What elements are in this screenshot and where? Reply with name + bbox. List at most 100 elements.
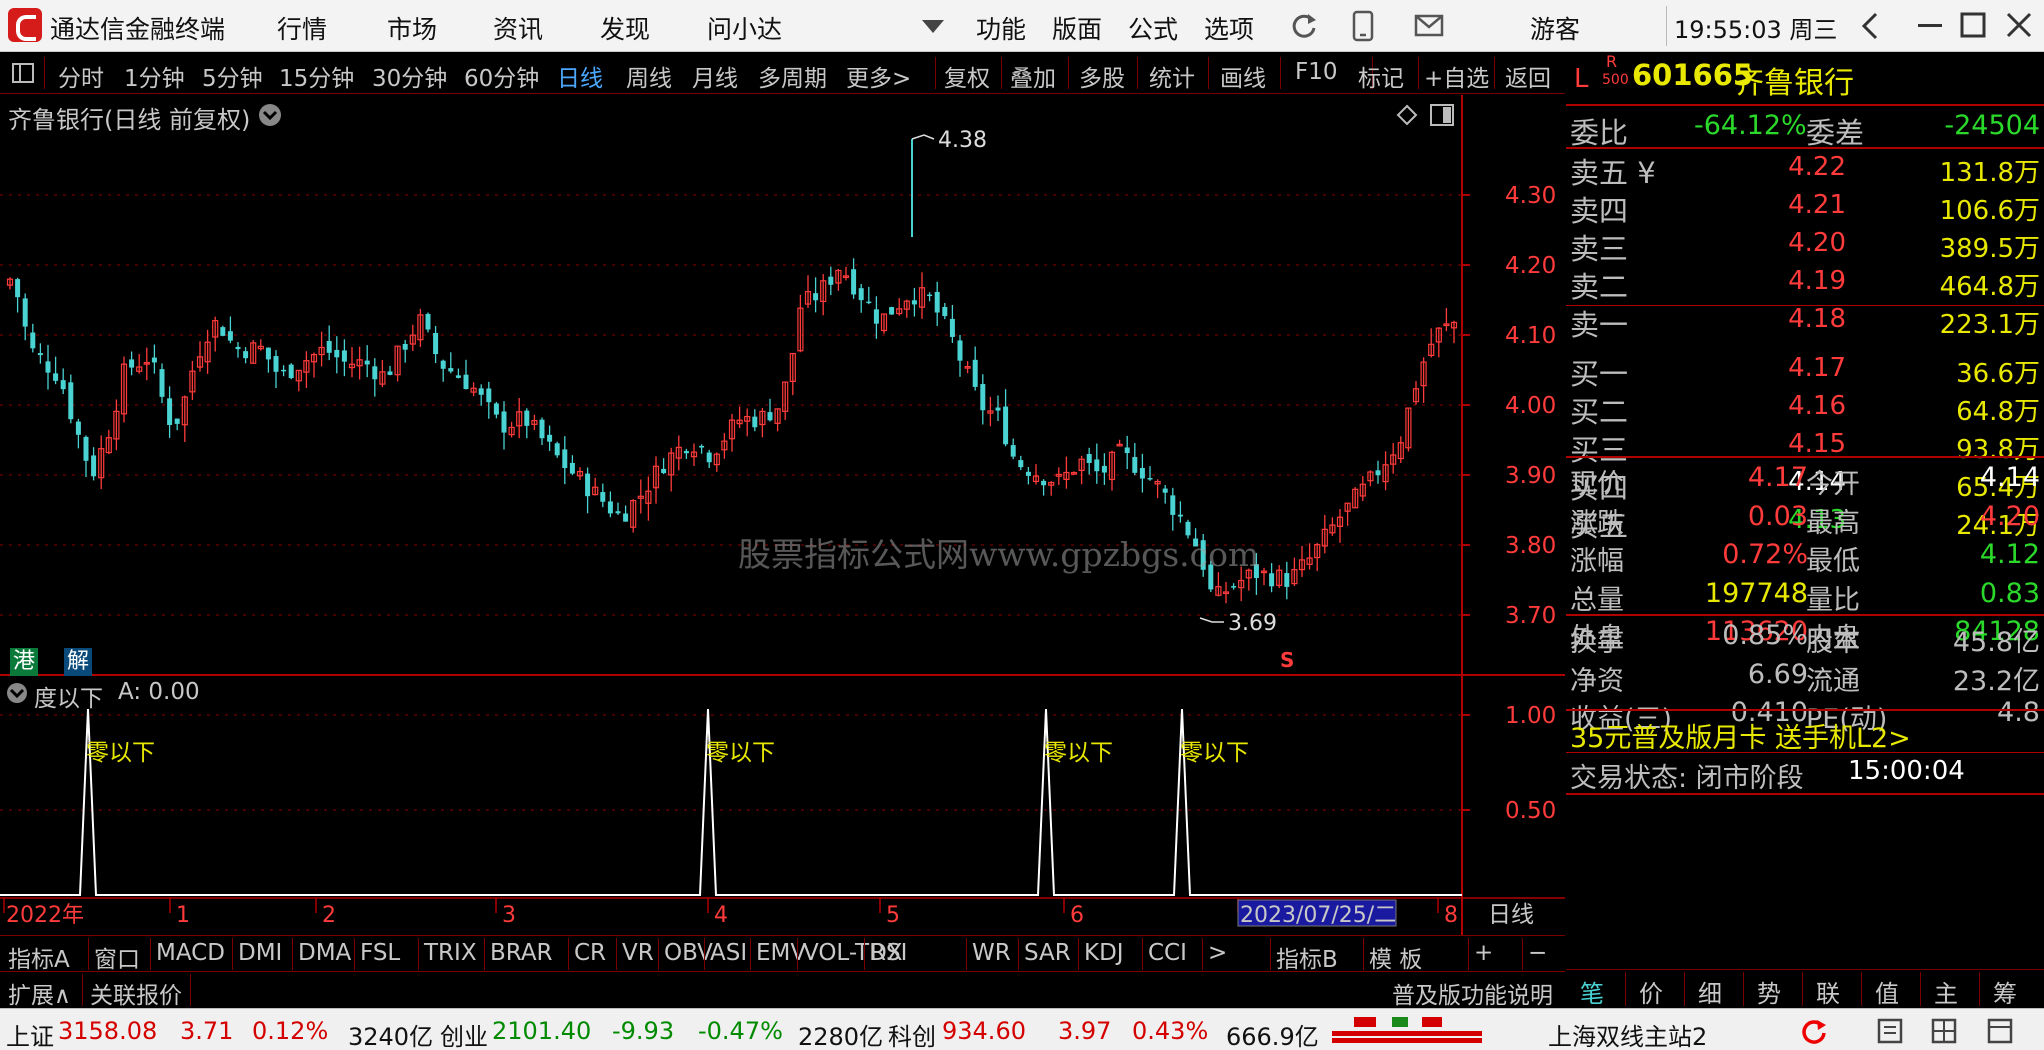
quote-tab-5[interactable]: 值 [1875,974,1899,1009]
period-weekly[interactable]: 周线 [626,59,672,93]
period-daily[interactable]: 日线 [557,59,603,93]
indicator-tab-8[interactable]: CR [574,940,606,966]
indicator-tab-17[interactable]: KDJ [1084,940,1124,966]
maximize-icon[interactable] [1960,12,1986,38]
indicator-tab-14[interactable]: RSI [870,940,907,966]
tool-add-watchlist[interactable]: +自选 [1424,59,1489,93]
price-axis-label: 4.00 [1505,393,1556,419]
indicator-tab-0[interactable]: 指标A [8,940,70,974]
diamond-icon[interactable] [1396,104,1418,126]
back-arrow-icon[interactable] [1860,12,1880,40]
tool-tongji[interactable]: 统计 [1149,59,1195,93]
indicator-tab-19[interactable]: > [1208,940,1227,966]
menu-faxian[interactable]: 发现 [600,10,650,46]
refresh-icon[interactable] [1290,12,1318,40]
quote-tab-0[interactable]: 笔 [1580,974,1604,1009]
period-60min[interactable]: 60分钟 [464,59,539,93]
notes-icon[interactable] [1876,1017,1904,1045]
minimize-icon[interactable] [1918,24,1942,28]
indicator-tab-21[interactable]: 模 板 [1369,940,1422,974]
candle-down [569,462,575,474]
buy-level-price[interactable]: 4.17 [1736,353,1846,383]
sell-level-price[interactable]: 4.19 [1736,266,1846,296]
indicator-tab-7[interactable]: BRAR [490,940,553,966]
indicator-tab-2[interactable]: MACD [156,940,225,966]
chart-options-icon[interactable] [258,103,282,127]
candle-down [1139,467,1145,479]
indicator-tab-18[interactable]: CCI [1148,940,1187,966]
indicator-tab-23[interactable]: − [1528,940,1547,966]
menu-gongshi[interactable]: 公式 [1128,10,1178,46]
indicator-tab-9[interactable]: VR [622,940,654,966]
tool-biaoji[interactable]: 标记 [1358,59,1404,93]
candle-down [957,340,963,361]
panel-toggle-icon[interactable] [1430,104,1454,126]
indicator-tab-22[interactable]: + [1474,940,1493,966]
quote-tab-2[interactable]: 细 [1698,974,1722,1009]
indicator-tab-6[interactable]: TRIX [424,940,477,966]
related-quotes-button[interactable]: 关联报价 [90,976,182,1010]
close-icon[interactable] [2006,12,2032,38]
indicator-tab-3[interactable]: DMI [238,940,282,966]
sell-level-price[interactable]: 4.18 [1736,304,1846,334]
tool-duogu[interactable]: 多股 [1079,59,1125,93]
tool-f10[interactable]: F10 [1295,59,1338,85]
period-1min[interactable]: 1分钟 [124,59,185,93]
message-icon[interactable] [1414,13,1446,39]
menu-wenxiaoda[interactable]: 问小达 [707,10,782,46]
sell-level-price[interactable]: 4.21 [1736,190,1846,220]
period-5min[interactable]: 5分钟 [202,59,263,93]
menu-shichang[interactable]: 市场 [387,10,437,46]
menu-gongneng[interactable]: 功能 [976,10,1026,46]
menu-banmian[interactable]: 版面 [1052,10,1102,46]
connection-refresh-icon[interactable] [1800,1017,1828,1045]
quote-tab-6[interactable]: 主 [1934,974,1958,1009]
indicator-tab-16[interactable]: SAR [1024,940,1071,966]
indicator-tab-1[interactable]: 窗口 [94,940,140,974]
tool-back[interactable]: 返回 [1505,59,1551,93]
layout-icon[interactable] [1986,1017,2014,1045]
buy-level-price[interactable]: 4.15 [1736,429,1846,459]
tool-fuquan[interactable]: 复权 [944,59,990,93]
sell-level-price[interactable]: 4.20 [1736,228,1846,258]
dropdown-arrow-icon[interactable] [922,20,944,34]
promo-link[interactable]: 35元普及版月卡 送手机L2> [1570,716,1911,755]
indicator-tab-10[interactable]: OBV [664,940,713,966]
indicator-tab-15[interactable]: WR [972,940,1011,966]
indicator-tab-11[interactable]: ASI [710,940,747,966]
period-multi[interactable]: 多周期 [758,59,827,93]
tool-huaxian[interactable]: 画线 [1220,59,1266,93]
indicator-options-icon[interactable] [6,682,28,704]
badge-jie[interactable]: 解 [64,648,92,676]
kline-chart[interactable]: 4.30 4.20 4.10 4.00 3.90 3.80 3.70 4.38 3.69S 1.0… [0,95,1565,940]
menu-hangqing[interactable]: 行情 [277,10,327,46]
tool-diejia[interactable]: 叠加 [1010,59,1056,93]
low-price-label: 3.69 [1228,611,1277,636]
menu-xuanxiang[interactable]: 选项 [1204,10,1254,46]
user-label[interactable]: 游客 [1530,10,1580,46]
period-more[interactable]: 更多> [846,59,911,93]
period-15min[interactable]: 15分钟 [279,59,354,93]
server-name[interactable]: 上海双线主站2 [1548,1017,1707,1050]
menu-zixun[interactable]: 资讯 [493,10,543,46]
layout-toggle-icon[interactable] [12,63,34,83]
grid-icon[interactable] [1930,1017,1958,1045]
quote-tab-7[interactable]: 筹 [1993,974,2017,1009]
period-fenshi[interactable]: 分时 [58,59,104,93]
phone-icon[interactable] [1352,10,1374,42]
expand-button[interactable]: 扩展∧ [8,976,71,1010]
candle-down [873,309,879,324]
indicator-tab-12[interactable]: EMV [756,940,806,966]
indicator-tab-4[interactable]: DMA [298,940,351,966]
period-monthly[interactable]: 月线 [692,59,738,93]
promo-help-link[interactable]: 普及版功能说明 [1392,976,1553,1010]
indicator-tab-5[interactable]: FSL [360,940,400,966]
period-30min[interactable]: 30分钟 [372,59,447,93]
badge-gang[interactable]: 港 [10,648,38,676]
sell-level-price[interactable]: 4.22 [1736,152,1846,182]
quote-tab-1[interactable]: 价 [1639,974,1663,1009]
buy-level-price[interactable]: 4.16 [1736,391,1846,421]
quote-tab-3[interactable]: 势 [1757,974,1781,1009]
quote-tab-4[interactable]: 联 [1816,974,1840,1009]
indicator-tab-20[interactable]: 指标B [1276,940,1338,974]
